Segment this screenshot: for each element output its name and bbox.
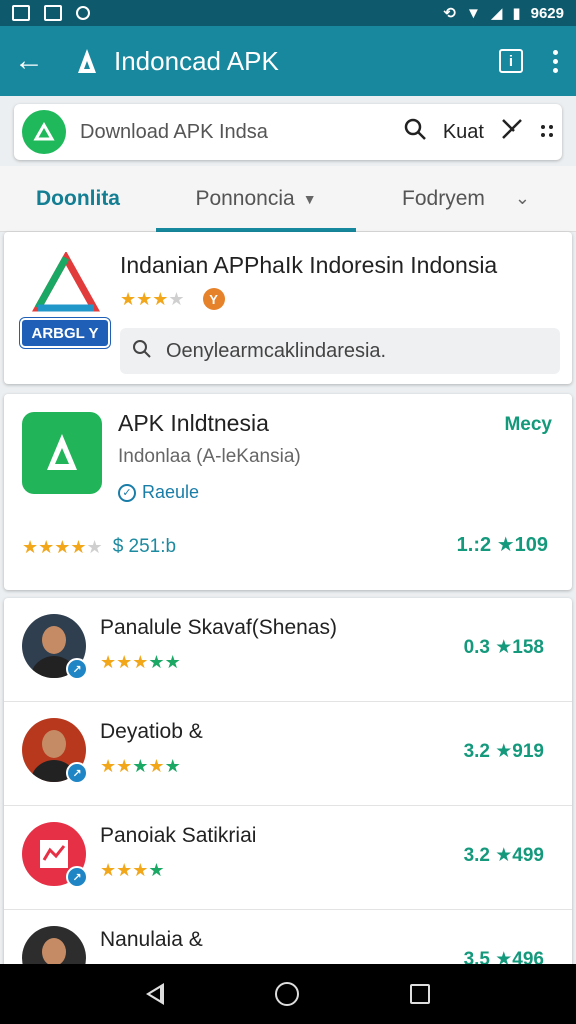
featured-card[interactable]: ARBGL Y Indanian APPhaIk Indoresin Indon… (4, 232, 572, 384)
search-action-button[interactable]: Kuat (443, 121, 484, 144)
tab-fodryem[interactable]: Fodryem ⌄ (356, 166, 576, 232)
more-options-icon[interactable] (553, 49, 562, 73)
list-item[interactable]: ↗ Panoiak Satikriai ★★★★ 3.2 ★499 (4, 806, 572, 910)
featured-search-field[interactable]: Oenylearmcaklindaresia. (120, 328, 560, 374)
list-item[interactable]: Nanulaia & 3.5 ★496 (4, 910, 572, 968)
tools-icon[interactable] (500, 117, 524, 147)
apk-logo-icon (22, 110, 66, 154)
star-rating: ★★★★★ (22, 536, 103, 557)
featured-rating: ★★★★ Y (120, 288, 225, 310)
star-rating: ★★★★ (100, 860, 165, 880)
system-nav-bar (0, 964, 576, 1024)
badge-icon: ↗ (66, 658, 88, 680)
chevron-down-icon[interactable]: ⌄ (515, 188, 530, 209)
list-item[interactable]: ↗ Deyatiob & ★★★★★ 3.2 ★919 (4, 702, 572, 806)
avatar (22, 926, 86, 968)
star-rating: ★★★★★ (100, 652, 181, 672)
avatar: ↗ (22, 614, 88, 680)
grid-icon[interactable] (540, 121, 554, 144)
wifi-icon: ▼ (465, 4, 481, 22)
list-item-rating: 3.2 ★499 (463, 845, 544, 866)
apk-app-icon (22, 412, 102, 494)
list-item-name: Deyatiob & (100, 720, 203, 743)
list-item-name: Nanulaia & (100, 928, 203, 951)
search-icon (132, 339, 152, 364)
signal-icon: ◢ (490, 5, 503, 22)
avatar: ↗ (22, 718, 88, 784)
dropdown-caret-icon: ▼ (302, 190, 317, 207)
search-input[interactable]: Download APK Indsa (80, 121, 403, 144)
verified-label: ✓ Raeule (118, 482, 199, 503)
avatar: ↗ (22, 822, 88, 888)
featured-search-text: Oenylearmcaklindaresia. (166, 339, 387, 362)
search-bar[interactable]: Download APK Indsa Kuat (14, 104, 562, 160)
gallery-notification-icon (12, 5, 30, 21)
star-rating: ★★★★ (120, 288, 185, 309)
battery-icon: ▮ (512, 5, 521, 22)
list-item-rating: 0.3 ★158 (463, 637, 544, 658)
app-bar: ← Indoncad APK i (0, 26, 576, 96)
back-arrow-icon[interactable]: ← (14, 46, 54, 76)
app-title: Indoncad APK (114, 45, 279, 76)
tab-bar: Doonlita Ponnoncia ▼ Fodryem ⌄ (0, 166, 576, 232)
verified-check-icon: ✓ (118, 483, 136, 502)
nav-recents-icon[interactable] (410, 984, 431, 1004)
app-title: APK Inldtnesia (118, 410, 269, 436)
app-rating: 1.:2 ★109 (456, 534, 548, 556)
tab-doonlita[interactable]: Doonlita (0, 166, 156, 232)
list-item-name: Panalule Skavaf(Shenas) (100, 616, 337, 639)
search-area: Download APK Indsa Kuat (0, 96, 576, 166)
app-card[interactable]: APK Inldtnesia Indonlaa (A-leKansia) ✓ R… (4, 394, 572, 590)
list-item-rating: 3.2 ★919 (463, 741, 544, 762)
featured-app-icon (20, 250, 108, 382)
sync-notification-icon (76, 6, 90, 20)
nav-home-icon[interactable] (274, 982, 299, 1006)
star-rating: ★★★★★ (100, 756, 181, 776)
featured-badge: ARBGL Y (20, 318, 110, 348)
app-list: ↗ Panalule Skavaf(Shenas) ★★★★★ 0.3 ★158… (4, 598, 572, 968)
image-notification-icon (44, 5, 62, 21)
featured-title: Indanian APPhaIk Indoresin Indonsia (120, 252, 498, 278)
info-icon[interactable]: i (499, 49, 523, 73)
badge-icon: ↗ (66, 866, 88, 888)
list-item[interactable]: ↗ Panalule Skavaf(Shenas) ★★★★★ 0.3 ★158 (4, 598, 572, 702)
tab-ponnoncia[interactable]: Ponnoncia ▼ (156, 166, 356, 232)
vibrate-icon: ⟲ (443, 5, 456, 22)
search-icon[interactable] (403, 117, 427, 147)
app-size: $ 251:b (112, 536, 177, 557)
app-subtitle: Indonlaa (A-leKansia) (118, 446, 301, 467)
featured-small-badge: Y (202, 288, 225, 310)
app-logo-icon (74, 47, 100, 75)
badge-icon: ↗ (66, 762, 88, 784)
status-time: 9629 (530, 4, 564, 22)
app-tag[interactable]: Mecy (504, 414, 552, 436)
status-bar: ⟲ ▼ ◢ ▮ 9629 (0, 0, 576, 26)
list-item-name: Panoiak Satikriai (100, 824, 257, 847)
nav-back-icon[interactable] (145, 983, 164, 1005)
